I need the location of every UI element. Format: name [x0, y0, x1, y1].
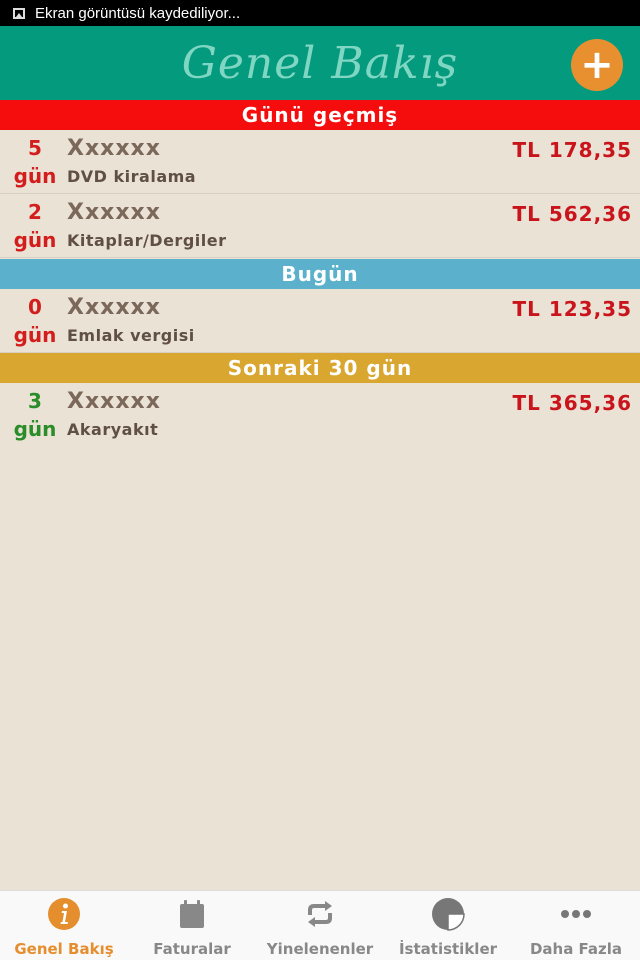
nav-item-recurring[interactable]: Yinelenenler: [256, 891, 384, 960]
section-title: Günü geçmiş: [241, 103, 399, 127]
days-unit: gün: [13, 417, 57, 441]
plus-icon: +: [580, 42, 614, 88]
nav-item-overview[interactable]: Genel Bakış: [0, 891, 128, 960]
status-text: Ekran görüntüsü kaydediliyor...: [35, 4, 241, 22]
bill-payee: Xxxxxx: [67, 389, 161, 414]
bill-category: Kitaplar/Dergiler: [67, 231, 227, 250]
pie-chart-icon: [431, 897, 465, 931]
bill-category: Emlak vergisi: [67, 326, 195, 345]
days-counter: 2 gün: [0, 198, 70, 254]
more-icon: [559, 897, 593, 931]
section-title: Bugün: [281, 262, 359, 286]
screenshot-icon: [13, 7, 25, 19]
bill-amount: TL 178,35: [512, 138, 632, 162]
page-title: Genel Bakış: [181, 37, 459, 89]
bill-row[interactable]: 0 gün Xxxxxx Emlak vergisi TL 123,35: [0, 289, 640, 353]
days-unit: gün: [13, 323, 57, 347]
bill-row[interactable]: 3 gün Xxxxxx Akaryakıt TL 365,36: [0, 383, 640, 447]
app-bar: Genel Bakış +: [0, 26, 640, 100]
nav-label: Yinelenenler: [266, 940, 374, 958]
calendar-icon: [175, 897, 209, 931]
days-counter: 5 gün: [0, 134, 70, 190]
info-icon: [47, 897, 81, 931]
add-bill-button[interactable]: +: [571, 39, 623, 91]
bill-payee: Xxxxxx: [67, 295, 161, 320]
nav-label: Genel Bakış: [14, 940, 114, 958]
bill-amount: TL 365,36: [512, 391, 632, 415]
bill-row[interactable]: 5 gün Xxxxxx DVD kiralama TL 178,35: [0, 130, 640, 194]
bill-payee: Xxxxxx: [67, 200, 161, 225]
section-header-upcoming: Sonraki 30 gün: [0, 353, 640, 383]
nav-item-more[interactable]: Daha Fazla: [512, 891, 640, 960]
bill-row[interactable]: 2 gün Xxxxxx Kitaplar/Dergiler TL 562,36: [0, 194, 640, 258]
bill-amount: TL 123,35: [512, 297, 632, 321]
bill-category: Akaryakıt: [67, 420, 159, 439]
days-number: 5: [28, 136, 42, 160]
days-number: 3: [28, 389, 42, 413]
nav-item-bills[interactable]: Faturalar: [128, 891, 256, 960]
nav-label: Faturalar: [153, 940, 231, 958]
section-title: Sonraki 30 gün: [227, 356, 413, 380]
days-number: 0: [28, 295, 42, 319]
days-counter: 0 gün: [0, 293, 70, 349]
bill-payee: Xxxxxx: [67, 136, 161, 161]
status-bar: Ekran görüntüsü kaydediliyor...: [0, 0, 640, 26]
section-header-today: Bugün: [0, 259, 640, 289]
section-header-overdue: Günü geçmiş: [0, 100, 640, 130]
repeat-icon: [303, 897, 337, 931]
days-number: 2: [28, 200, 42, 224]
days-unit: gün: [13, 164, 57, 188]
nav-item-statistics[interactable]: İstatistikler: [384, 891, 512, 960]
bottom-nav: Genel Bakış Faturalar Yinelenenler İstat…: [0, 890, 640, 960]
nav-label: Daha Fazla: [529, 940, 623, 958]
days-unit: gün: [13, 228, 57, 252]
bill-category: DVD kiralama: [67, 167, 197, 186]
nav-label: İstatistikler: [398, 940, 498, 958]
bill-amount: TL 562,36: [512, 202, 632, 226]
days-counter: 3 gün: [0, 387, 70, 443]
